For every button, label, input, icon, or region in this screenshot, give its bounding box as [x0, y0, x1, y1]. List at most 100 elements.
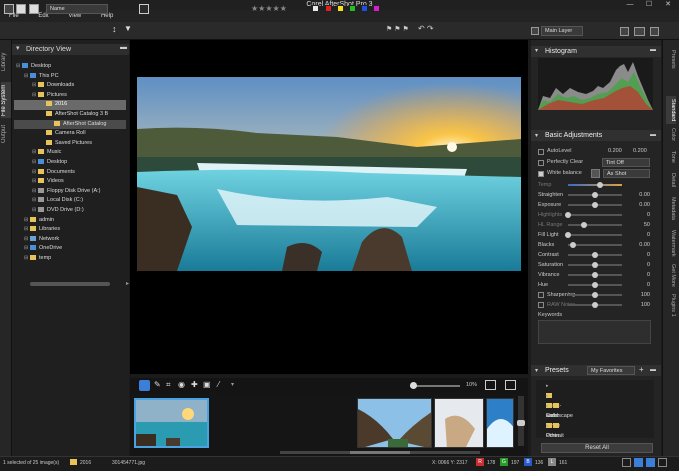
- slider-knob[interactable]: [592, 191, 598, 198]
- crop-tool-icon[interactable]: ⌗: [166, 380, 171, 390]
- status-icon-4[interactable]: [658, 458, 667, 467]
- adjustment-slider[interactable]: [568, 244, 622, 246]
- tab-tone[interactable]: Tone: [666, 148, 676, 166]
- tree-item[interactable]: ⊟ Network: [14, 235, 126, 245]
- tab-file-system[interactable]: File System: [1, 82, 11, 118]
- collapse-icon[interactable]: ▾: [16, 44, 20, 52]
- tab-standard[interactable]: Standard: [666, 96, 676, 124]
- tree-item[interactable]: AfterShot Catalog 3 B: [14, 110, 126, 120]
- slider-knob[interactable]: [592, 291, 598, 298]
- color-label-blue[interactable]: [361, 5, 368, 12]
- brush-tool-icon[interactable]: ⁄: [218, 380, 219, 389]
- status-icon-1[interactable]: [622, 458, 631, 467]
- basic-close-icon[interactable]: ▬: [650, 132, 656, 138]
- panel-close-icon[interactable]: ▬: [120, 44, 127, 51]
- filter-icon[interactable]: ▼: [124, 24, 132, 33]
- adjustment-value[interactable]: 0: [626, 260, 650, 270]
- slider-knob[interactable]: [592, 251, 598, 258]
- adjustment-slider[interactable]: [568, 214, 622, 216]
- tab-watermark[interactable]: Watermark: [666, 226, 676, 260]
- status-icon-2[interactable]: [634, 458, 643, 467]
- tab-library[interactable]: Library: [1, 44, 11, 80]
- adjustment-checkbox[interactable]: [538, 292, 544, 298]
- adjustment-checkbox[interactable]: [538, 302, 544, 308]
- slideshow-icon[interactable]: [634, 27, 645, 36]
- adjustment-value[interactable]: 0: [626, 250, 650, 260]
- grid-view-icon[interactable]: [4, 4, 14, 14]
- preset-item[interactable]: ▸Landscape: [546, 401, 573, 419]
- flag-icons[interactable]: ⚑ ⚑ ⚑: [386, 25, 409, 33]
- close-button[interactable]: ✕: [659, 0, 677, 10]
- slider-knob[interactable]: [592, 281, 598, 288]
- tab-metadata[interactable]: Metadata: [666, 193, 676, 223]
- color-label-green[interactable]: [349, 5, 356, 12]
- tree-item[interactable]: ⊟ Libraries: [14, 225, 126, 235]
- tree-item[interactable]: ⊟ Videos: [14, 177, 126, 187]
- filmstrip-zoom-knob[interactable]: [517, 420, 525, 426]
- perfectly-clear-select[interactable]: Tint Off: [602, 158, 650, 167]
- eyedropper-icon[interactable]: [591, 169, 600, 178]
- basic-adjustments-header[interactable]: Basic Adjustments: [531, 130, 661, 141]
- rotate-icons[interactable]: ↶ ↷: [418, 24, 434, 33]
- expand-icon[interactable]: ▸: [546, 391, 553, 401]
- compare-view-icon[interactable]: [29, 4, 39, 14]
- autolevel-checkbox[interactable]: [538, 149, 544, 155]
- minimize-button[interactable]: —: [621, 0, 639, 10]
- thumbnail-snow[interactable]: [434, 398, 484, 448]
- adjustment-slider[interactable]: [568, 234, 622, 236]
- color-label-yellow[interactable]: [337, 5, 344, 12]
- adjustment-slider[interactable]: [568, 184, 622, 186]
- add-preset-icon[interactable]: +: [639, 365, 644, 374]
- tab-get-more[interactable]: Get More: [666, 262, 676, 288]
- fit-icon[interactable]: [485, 380, 496, 390]
- fullsize-icon[interactable]: [505, 380, 516, 390]
- histogram-close-icon[interactable]: ▬: [650, 47, 656, 53]
- white-balance-select[interactable]: As Shot: [603, 169, 650, 178]
- thumbnail-canyon[interactable]: [357, 398, 432, 448]
- adjustment-value[interactable]: 100: [626, 290, 650, 300]
- tree-item[interactable]: ⊟ Desktop: [14, 158, 126, 168]
- basic-collapse-icon[interactable]: ▾: [535, 132, 538, 139]
- tree-item[interactable]: ⊟ DVD Drive (D:): [14, 206, 126, 216]
- tree-item[interactable]: ⊟ Pictures: [14, 91, 126, 101]
- tree-item[interactable]: Saved Pictures: [14, 139, 126, 149]
- zoom-slider-knob[interactable]: [410, 382, 417, 389]
- rating-stars[interactable]: ★★★★★: [251, 4, 287, 14]
- tab-detail[interactable]: Detail: [666, 170, 676, 190]
- slider-knob[interactable]: [592, 201, 598, 208]
- tree-item[interactable]: ⊟ Music: [14, 148, 126, 158]
- panel-toggle-icon[interactable]: [650, 27, 659, 36]
- tree-item[interactable]: ⊟ This PC: [14, 72, 126, 82]
- tab-presets[interactable]: Presets: [666, 44, 676, 74]
- histogram-header[interactable]: Histogram: [531, 46, 661, 57]
- fullscreen-icon[interactable]: [620, 27, 629, 36]
- expand-icon[interactable]: ▸: [546, 401, 553, 411]
- tree-scrollbar[interactable]: [30, 282, 110, 286]
- keywords-field[interactable]: [538, 320, 651, 344]
- slider-knob[interactable]: [597, 181, 604, 188]
- tree-item[interactable]: Camera Roll: [14, 129, 126, 139]
- expand-icon[interactable]: ▸: [546, 421, 553, 431]
- slider-knob[interactable]: [570, 241, 577, 248]
- tree-item[interactable]: 2016: [14, 100, 126, 110]
- sort-order-icon[interactable]: ↕: [112, 24, 117, 34]
- expand-icon[interactable]: ▸: [546, 381, 553, 391]
- tool-menu-icon[interactable]: ▾: [231, 381, 234, 388]
- perfectly-clear-checkbox[interactable]: [538, 160, 544, 166]
- tree-item[interactable]: ⊟ Downloads: [14, 81, 126, 91]
- region-tool-icon[interactable]: ▣: [203, 380, 211, 389]
- tree-item[interactable]: AfterShot Catalog: [14, 119, 126, 130]
- slider-knob[interactable]: [565, 211, 571, 218]
- adjustment-value[interactable]: 0: [626, 210, 650, 220]
- single-view-icon[interactable]: [16, 4, 26, 14]
- adjustment-value[interactable]: 0: [626, 230, 650, 240]
- zoom-slider[interactable]: [410, 385, 460, 387]
- layer-select[interactable]: Main Layer: [541, 26, 583, 36]
- filmstrip-scroll-thumb[interactable]: [350, 451, 410, 454]
- tree-item[interactable]: ⊟ admin: [14, 216, 126, 226]
- reset-all-button[interactable]: Reset All: [541, 443, 653, 453]
- adjustment-value[interactable]: 50: [626, 220, 650, 230]
- adjustment-value[interactable]: 0.00: [626, 190, 650, 200]
- slider-knob[interactable]: [592, 271, 598, 278]
- sort-select[interactable]: Name: [46, 4, 108, 14]
